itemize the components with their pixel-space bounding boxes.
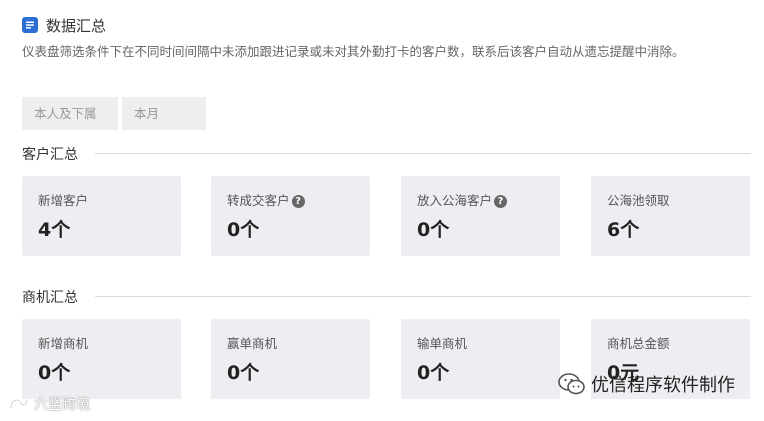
wechat-icon: [558, 373, 585, 395]
card-lost-opportunities: 输单商机 0个: [401, 319, 560, 399]
card-new-opportunities: 新增商机 0个: [22, 319, 181, 399]
card-label: 转成交客户: [227, 193, 290, 208]
card-value: 0个: [417, 362, 450, 384]
card-public-pool-customers: 放入公海客户? 0个: [401, 176, 560, 256]
card-value: 0个: [38, 362, 71, 384]
dashboard-icon: [22, 17, 38, 33]
watermark-text: 优信程序软件制作: [591, 375, 735, 396]
watermark-right: 优信程序软件制作: [557, 371, 735, 397]
card-won-opportunities: 赢单商机 0个: [211, 319, 370, 399]
card-label: 新增商机: [38, 336, 89, 351]
card-public-pool-claimed: 公海池领取 6个: [591, 176, 750, 256]
page-title: 数据汇总: [46, 16, 107, 35]
card-label: 赢单商机: [227, 336, 278, 351]
card-converted-customers: 转成交客户? 0个: [211, 176, 370, 256]
card-value: 0个: [227, 219, 260, 241]
card-value: 6个: [607, 219, 640, 241]
customer-summary-title: 客户汇总: [22, 147, 78, 163]
card-label: 输单商机: [417, 336, 468, 351]
card-new-customers: 新增客户 4个: [22, 176, 181, 256]
card-value: 0个: [227, 362, 260, 384]
brand-logo-icon: [10, 399, 28, 409]
watermark-text: 六竖跨境: [34, 397, 90, 413]
section-divider: [95, 296, 751, 297]
filter-scope-select[interactable]: 本人及下属: [22, 97, 118, 130]
page-header: 数据汇总: [22, 14, 106, 36]
card-label: 公海池领取: [607, 193, 670, 208]
help-icon[interactable]: ?: [291, 194, 305, 208]
card-value: 4个: [38, 219, 71, 241]
description-text: 仪表盘筛选条件下在不同时间间隔中未添加跟进记录或未对其外勤打卡的客户数，联系后该…: [22, 44, 685, 59]
help-icon[interactable]: ?: [494, 194, 508, 208]
card-label: 新增客户: [38, 193, 89, 208]
opportunity-summary-title: 商机汇总: [22, 290, 78, 306]
filter-period-select[interactable]: 本月: [122, 97, 206, 130]
watermark-left: 六竖跨境: [8, 394, 90, 414]
card-value: 0个: [417, 219, 450, 241]
card-label: 商机总金额: [607, 336, 670, 351]
card-label: 放入公海客户: [417, 193, 493, 208]
section-divider: [95, 153, 751, 154]
